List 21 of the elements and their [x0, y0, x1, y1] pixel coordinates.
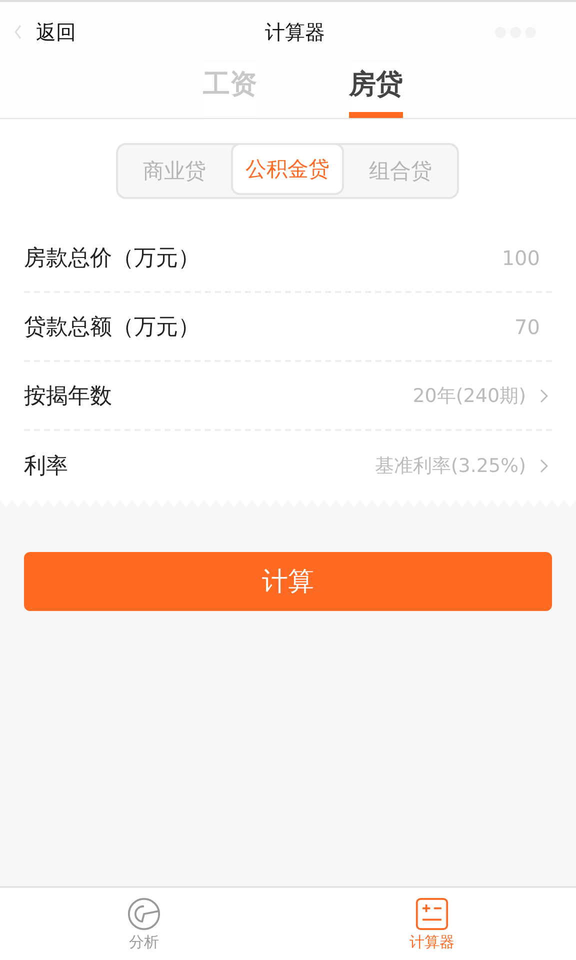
back-button[interactable]: 返回	[14, 18, 114, 46]
select-field[interactable]: 基准利率(3.25%)	[374, 452, 552, 478]
tab-bar-item[interactable]: 分析	[0, 888, 288, 960]
select-field[interactable]: 20年(240期)	[412, 382, 552, 408]
calculate-button[interactable]: 计算	[24, 552, 552, 611]
pie-chart-icon	[127, 896, 161, 930]
tab-bar-item[interactable]: 计算器	[288, 888, 576, 960]
calculator-icon	[415, 896, 449, 930]
field-label: 贷款总额（万元）	[24, 314, 200, 342]
chevron-right-icon	[540, 458, 548, 472]
field-label: 房款总价（万元）	[24, 244, 200, 272]
field-label: 按揭年数	[24, 382, 112, 410]
input-field[interactable]: 70	[392, 314, 552, 338]
segment-tab[interactable]: 公积金贷	[231, 143, 344, 195]
field-label: 利率	[24, 452, 68, 480]
window-title: 计算器	[265, 18, 325, 46]
back-chevron-icon	[14, 24, 22, 40]
segment-tab[interactable]: 商业贷	[118, 145, 231, 197]
chevron-right-icon	[540, 388, 548, 402]
input-field[interactable]: 100	[392, 246, 552, 270]
segment-tab[interactable]: 组合贷	[344, 145, 457, 197]
